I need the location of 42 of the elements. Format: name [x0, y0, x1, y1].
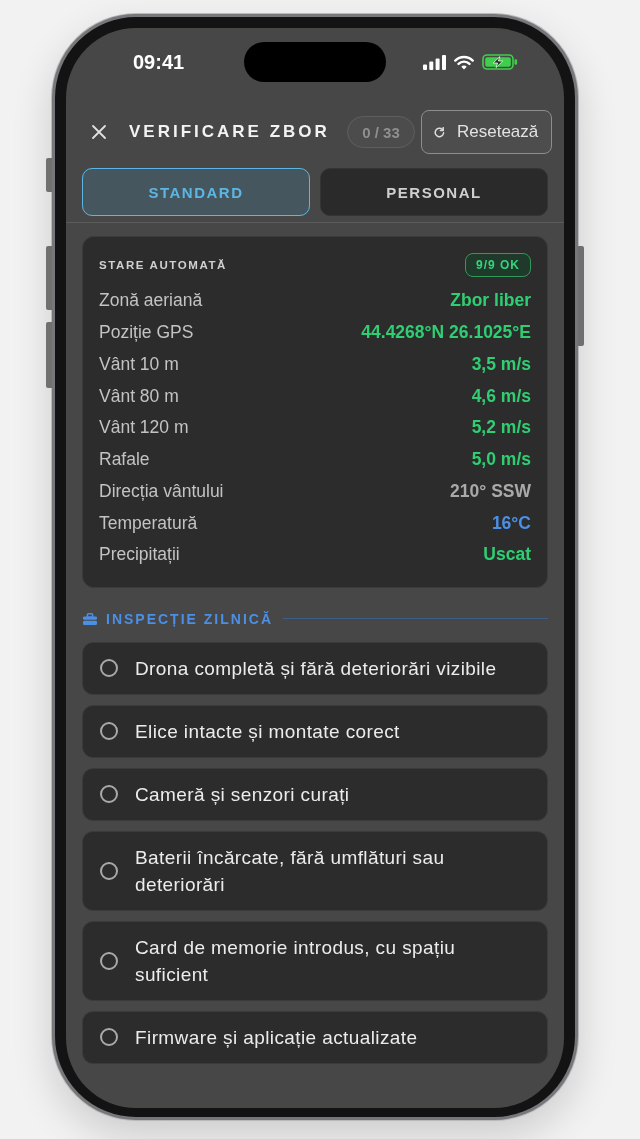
status-label: Vânt 120 m — [99, 417, 189, 439]
toolbox-icon — [83, 612, 97, 625]
status-value: 44.4268°N 26.1025°E — [361, 322, 531, 344]
status-label: Poziție GPS — [99, 322, 194, 344]
screen-title: VERIFICARE ZBOR — [129, 122, 330, 142]
status-value: Zbor liber — [450, 290, 531, 312]
section-title: INSPECȚIE ZILNICĂ — [106, 610, 273, 627]
refresh-icon — [434, 126, 445, 138]
checklist-item[interactable]: Card de memorie introdus, cu spațiu suficient — [82, 920, 548, 1001]
checklist-item[interactable]: Cameră și senzori curați — [82, 767, 548, 821]
battery-charging-icon — [482, 54, 518, 70]
card-title: STARE AUTOMATĂ — [99, 259, 228, 271]
side-button[interactable] — [46, 246, 52, 310]
close-icon[interactable] — [92, 125, 106, 139]
mode-tab[interactable]: PERSONAL — [320, 168, 548, 216]
status-value: 16°C — [491, 512, 531, 534]
progress-counter: 0 / 33 — [347, 116, 415, 148]
status-value: 210° SSW — [450, 480, 531, 502]
status-label: Direcția vântului — [99, 480, 224, 502]
wifi-icon — [454, 54, 474, 70]
status-label: Rafale — [99, 449, 150, 471]
status-label: Zonă aeriană — [99, 290, 203, 312]
checklist-item[interactable]: Firmware și aplicație actualizate — [82, 1010, 548, 1064]
side-button[interactable] — [46, 158, 52, 192]
status-label: Vânt 10 m — [99, 353, 179, 375]
status-badge: 9/9 OK — [465, 253, 531, 277]
side-button[interactable] — [578, 246, 584, 346]
reset-button[interactable]: Resetează — [421, 110, 552, 154]
checklist-item[interactable]: Baterii încărcate, fără umflături sau deteriorări — [82, 830, 548, 911]
checklist-item[interactable]: Drona completă și fără deteriorări vizibile — [82, 641, 548, 695]
status-label: Vânt 80 m — [99, 385, 179, 407]
status-value: 5,0 m/s — [471, 449, 531, 471]
status-label: Precipitații — [99, 544, 180, 566]
status-label: Temperatură — [99, 512, 198, 534]
status-value: 3,5 m/s — [471, 353, 531, 375]
status-value: 4,6 m/s — [471, 385, 531, 407]
signal-icon — [423, 54, 446, 70]
checklist-item[interactable]: Elice intacte și montate corect — [82, 704, 548, 758]
side-button[interactable] — [46, 322, 52, 388]
status-time: 09:41 — [133, 50, 185, 74]
status-value: Uscat — [483, 544, 531, 566]
status-value: 5,2 m/s — [471, 417, 531, 439]
